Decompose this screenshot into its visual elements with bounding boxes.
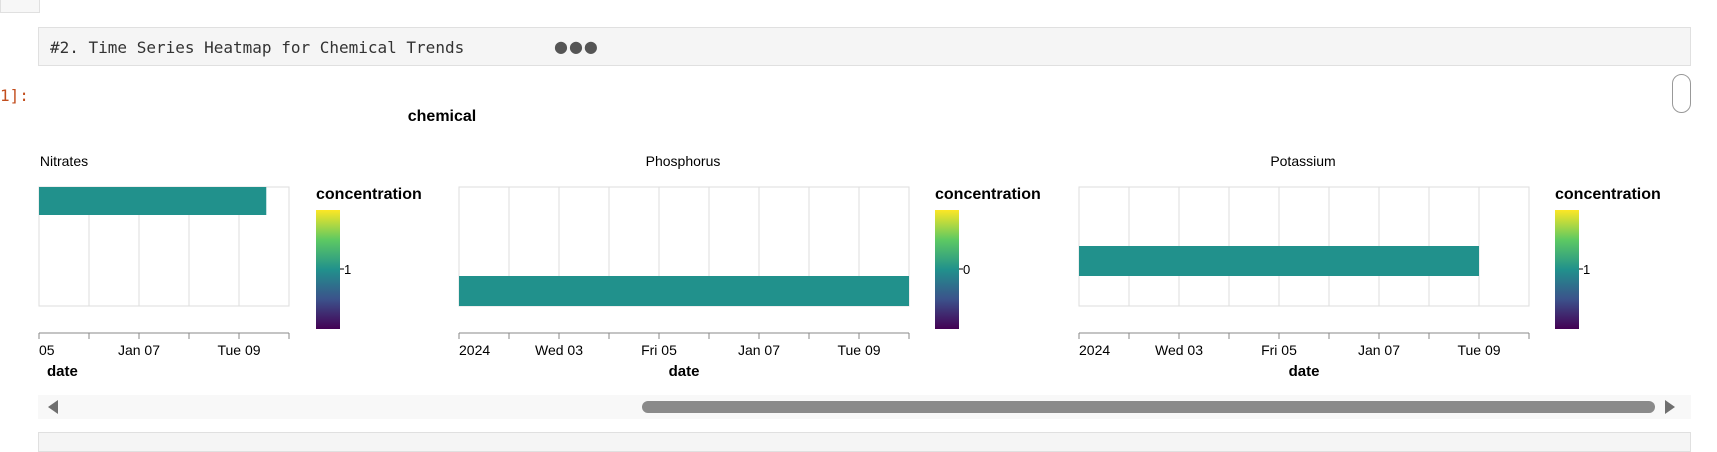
colorbar-tick-label: 0 [963,262,970,277]
colorbar [316,210,340,329]
scroll-left-icon[interactable] [48,400,58,414]
x-tick-label: Wed 03 [535,342,583,358]
x-tick-label: Fri 05 [1261,342,1297,358]
legend-title: concentration [935,186,1041,203]
x-tick-label: Tue 09 [1457,342,1500,358]
x-tick-label: 05 [39,342,55,358]
panel-title: Phosphorus [646,153,721,169]
scroll-right-icon[interactable] [1665,400,1675,414]
x-tick-label: Tue 09 [837,342,880,358]
x-tick-label: 2024 [459,342,490,358]
colorbar-tick-label: 1 [344,262,351,277]
legend-title: concentration [1555,186,1661,203]
colorbar-tick-label: 1 [1583,262,1590,277]
heatmap-cell [39,187,267,215]
heatmap-chart: chemical Nitrates 05 Jan 07 Tue 09 date conce… [38,108,1661,380]
x-axis-title: date [47,363,78,380]
colorbar [935,210,959,329]
heatmap-cell [1079,246,1479,276]
legend-title: concentration [316,186,422,203]
heatmap-cell [459,276,909,306]
x-axis-title: date [669,363,700,380]
next-code-cell[interactable] [38,432,1691,452]
horizontal-scrollbar[interactable] [38,395,1691,419]
scrollbar-thumb[interactable] [642,401,1655,413]
panel-title: Nitrates [40,153,88,169]
chart-title: chemical [408,108,476,125]
x-tick-label: Jan 07 [738,342,780,358]
x-tick-label: Fri 05 [641,342,677,358]
panel-title: Potassium [1270,153,1335,169]
x-tick-label: Jan 07 [1358,342,1400,358]
colorbar [1555,210,1579,329]
x-tick-label: Jan 07 [118,342,160,358]
x-tick-label: 2024 [1079,342,1110,358]
x-axis-title: date [1289,363,1320,380]
x-tick-label: Wed 03 [1155,342,1203,358]
x-tick-label: Tue 09 [217,342,260,358]
